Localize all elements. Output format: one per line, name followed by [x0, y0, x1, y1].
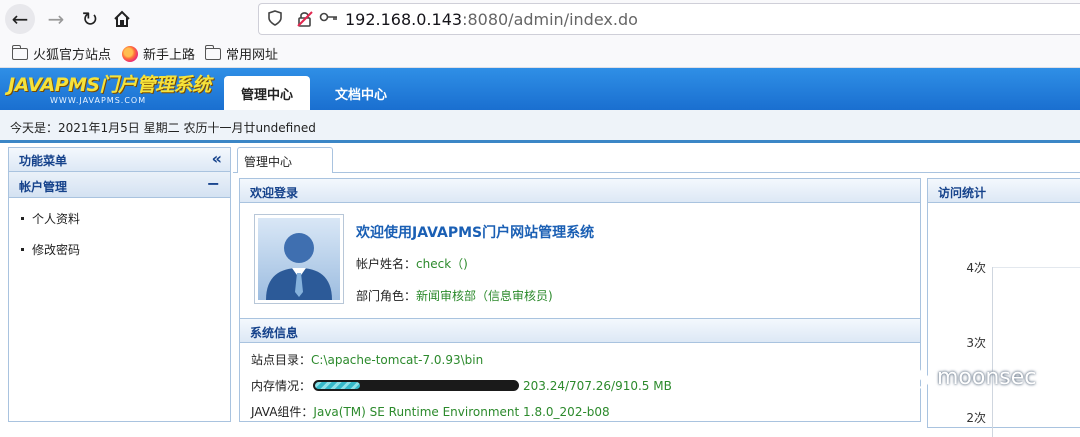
content-tab[interactable]: 管理中心: [237, 147, 333, 173]
department-label: 部门角色：: [356, 289, 417, 303]
site-dir-label: 站点目录：: [251, 353, 312, 367]
collapse-icon[interactable]: «: [212, 149, 222, 168]
memory-progress-bar: [313, 380, 520, 391]
sidebar-title: 功能菜单: [19, 154, 68, 168]
url-host: 192.168.0.143: [345, 10, 463, 29]
account-name-row: 帐户姓名：check（): [356, 255, 468, 272]
system-info-header: 系统信息: [240, 319, 920, 343]
firefox-icon: [122, 45, 138, 62]
insecure-lock-icon[interactable]: [296, 10, 314, 32]
logo-text: JAVAPMS门户管理系统: [8, 74, 211, 96]
site-dir-value: C:\apache-tomcat-7.0.93\bin: [311, 352, 484, 367]
welcome-panel-header: 欢迎登录: [240, 179, 920, 203]
y-tick-label: 4次: [966, 261, 986, 275]
bookmark-getting-started[interactable]: 新手上路: [122, 44, 195, 63]
user-avatar-icon: [258, 218, 340, 300]
bookmark-label: 常用网址: [226, 48, 279, 63]
memory-row: 内存情况： 203.24/707.26/910.5 MB: [251, 377, 672, 394]
tab-divider: [233, 172, 1080, 173]
browser-toolbar: ← → ↻ 192.168.0.143:8080/admin/index.do: [0, 0, 1080, 38]
java-value: Java(TM) SE Runtime Environment 1.8.0_20…: [313, 404, 610, 419]
chart-gridline: [992, 267, 1080, 268]
welcome-title: 欢迎使用JAVAPMS门户网站管理系统: [356, 225, 595, 241]
panel-title: 系统信息: [250, 326, 299, 340]
bookmark-label: 火狐官方站点: [33, 48, 112, 63]
avatar: [254, 214, 344, 304]
reload-icon[interactable]: ↻: [75, 4, 105, 34]
sidebar: 功能菜单 « 帐户管理 − 个人资料 修改密码: [8, 147, 231, 422]
sidebar-item-profile[interactable]: 个人资料: [21, 210, 80, 227]
folder-icon: [204, 44, 221, 60]
department-row: 部门角色：新闻审核部（信息审核员): [356, 287, 553, 304]
watermark: moonsec: [897, 364, 1036, 390]
memory-label: 内存情况：: [251, 379, 312, 393]
date-bar: 今天是：2021年1月5日 星期二 农历十一月廿undefined: [0, 110, 1080, 143]
folder-icon: [11, 44, 28, 60]
minus-icon[interactable]: −: [207, 174, 220, 193]
sidebar-item-label: 个人资料: [32, 212, 81, 226]
sidebar-header: 功能菜单 «: [9, 148, 230, 172]
account-label: 帐户姓名：: [356, 257, 417, 271]
back-arrow-icon[interactable]: ←: [5, 4, 35, 34]
bookmark-common-sites[interactable]: 常用网址: [204, 44, 279, 63]
java-label: JAVA组件：: [251, 405, 314, 419]
sidebar-item-change-password[interactable]: 修改密码: [21, 241, 80, 258]
account-value: check（): [416, 257, 468, 271]
bullet-icon: [21, 217, 24, 220]
visit-stats-panel: 访问统计 4次 3次 2次: [927, 178, 1080, 437]
forward-arrow-icon[interactable]: →: [41, 4, 71, 34]
sidebar-item-label: 修改密码: [32, 243, 81, 257]
key-icon[interactable]: [319, 10, 339, 28]
wechat-icon: [898, 365, 929, 389]
y-tick-label: 3次: [966, 336, 986, 350]
section-title: 帐户管理: [19, 180, 68, 194]
bookmark-firefox-site[interactable]: 火狐官方站点: [11, 44, 112, 63]
system-info-panel: 系统信息 站点目录： C:\apache-tomcat-7.0.93\bin 内存…: [239, 318, 921, 422]
date-text: 今天是：2021年1月5日 星期二 农历十一月廿undefined: [10, 121, 316, 135]
home-icon[interactable]: [107, 4, 137, 34]
bullet-icon: [21, 248, 24, 251]
panel-title: 访问统计: [938, 186, 987, 200]
url-path: :8080/admin/index.do: [462, 10, 638, 29]
java-row: JAVA组件： Java(TM) SE Runtime Environment 1…: [251, 403, 610, 420]
visit-stats-header: 访问统计: [928, 179, 1080, 203]
sidebar-section-account[interactable]: 帐户管理 −: [9, 172, 230, 198]
welcome-panel: 欢迎登录 欢迎使用JAVAPMS门户网站管理系统 帐户姓名：check（) 部门…: [239, 178, 921, 320]
bookmarks-bar: 火狐官方站点 新手上路 常用网址: [0, 38, 1080, 68]
logo-subtext: WWW.JAVAPMS.COM: [50, 96, 147, 105]
tab-document-center[interactable]: 文档中心: [312, 76, 410, 110]
bookmark-label: 新手上路: [143, 48, 196, 63]
content-tab-label: 管理中心: [244, 155, 293, 169]
panel-title: 欢迎登录: [250, 186, 299, 200]
memory-value: 203.24/707.26/910.5 MB: [523, 378, 672, 393]
memory-progress-fill: [315, 382, 361, 389]
logo: JAVAPMS门户管理系统 WWW.JAVAPMS.COM: [8, 70, 211, 105]
department-value: 新闻审核部（信息审核员): [416, 289, 553, 303]
site-dir-row: 站点目录： C:\apache-tomcat-7.0.93\bin: [251, 351, 483, 368]
watermark-text: moonsec: [937, 364, 1037, 390]
chart-y-axis: [992, 267, 993, 437]
url-text[interactable]: 192.168.0.143:8080/admin/index.do: [345, 10, 638, 29]
url-bar[interactable]: 192.168.0.143:8080/admin/index.do: [258, 3, 1080, 35]
tab-management-center[interactable]: 管理中心: [224, 76, 310, 110]
app-header: JAVAPMS门户管理系统 WWW.JAVAPMS.COM 管理中心 文档中心: [0, 68, 1080, 110]
shield-icon[interactable]: [268, 10, 282, 30]
y-tick-label: 2次: [966, 411, 986, 425]
